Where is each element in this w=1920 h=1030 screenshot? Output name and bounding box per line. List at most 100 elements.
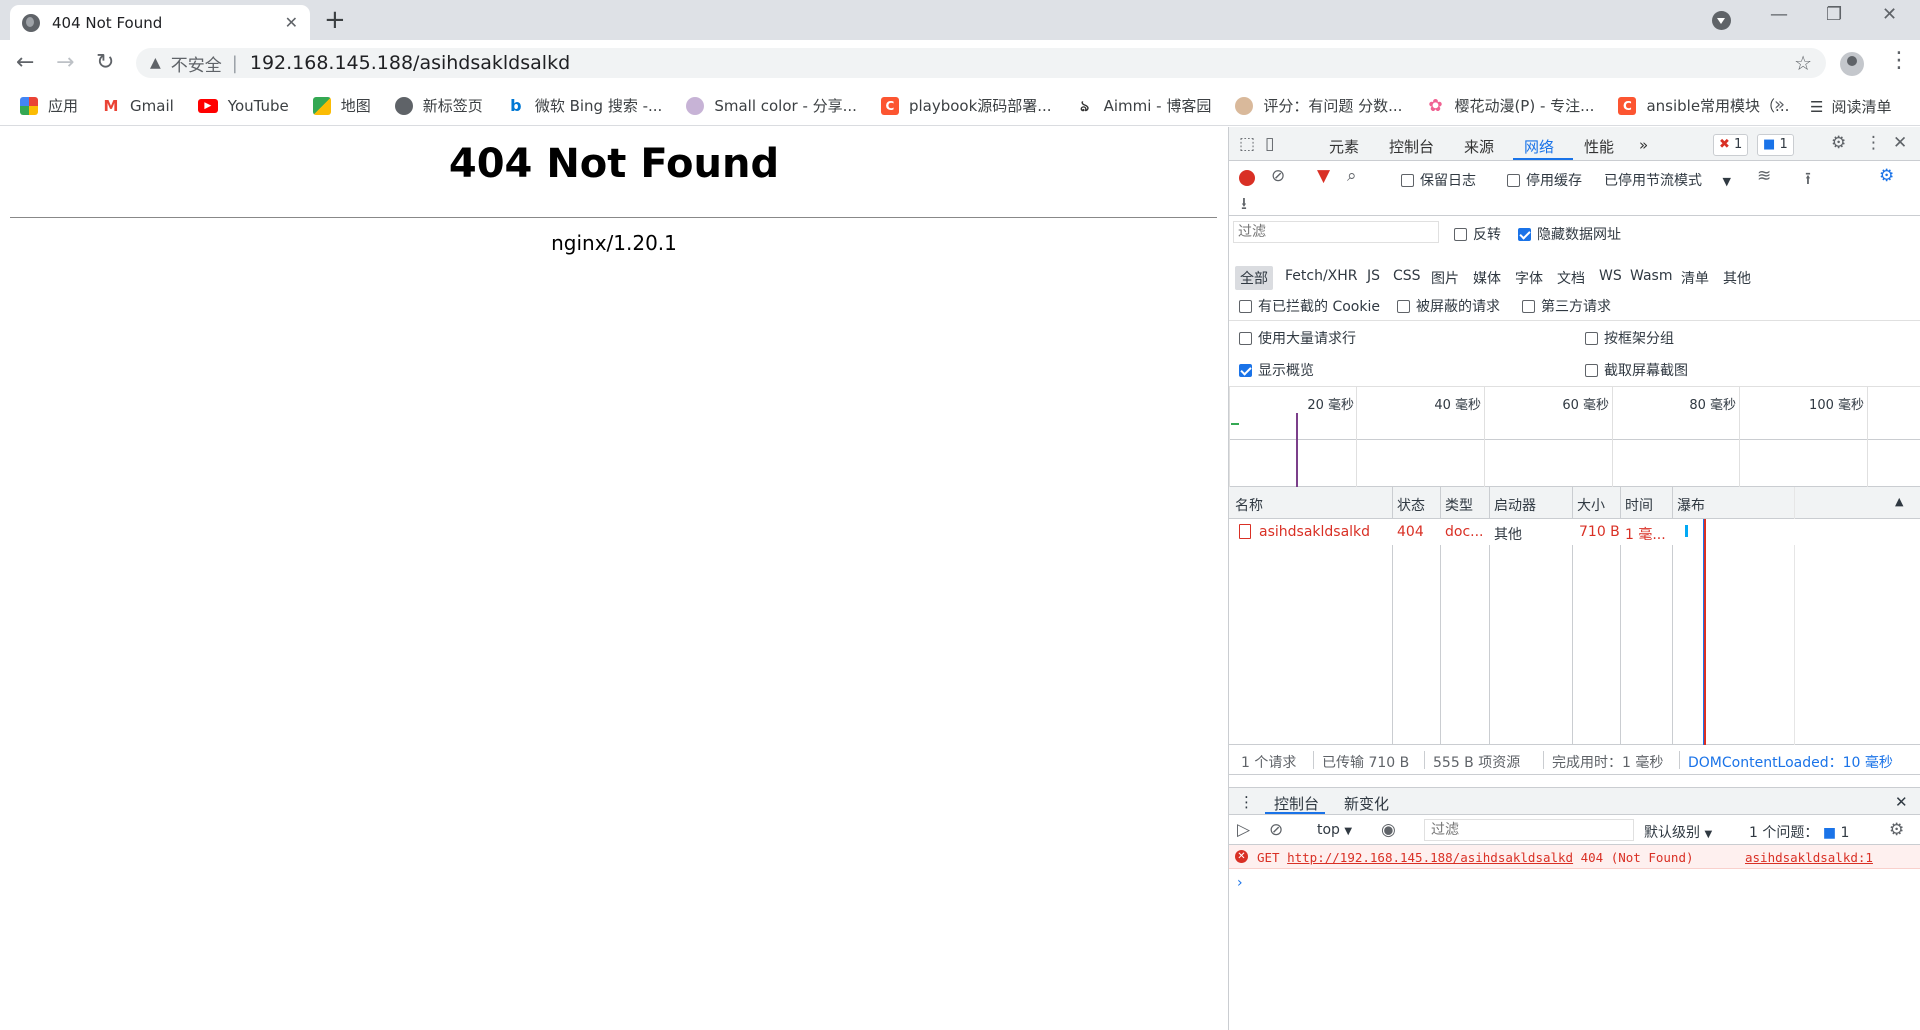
third-party-checkbox[interactable]: 第三方请求 [1522,296,1611,316]
drawer-close-icon[interactable]: ✕ [1895,793,1908,811]
address-bar[interactable]: ▲ 不安全 | 192.168.145.188/asihdsakldsalkd … [136,48,1826,78]
bookmark-sakura[interactable]: ✿ 樱花动漫(P) - 专注... [1426,95,1594,116]
preserve-log-checkbox[interactable]: 保留日志 [1401,170,1476,190]
devtools-close-icon[interactable]: ✕ [1893,133,1907,153]
tab-network[interactable]: 网络 [1524,136,1554,157]
filter-icon[interactable]: ▼ [1317,166,1330,186]
device-toolbar-icon[interactable]: ▯ [1265,134,1274,154]
bookmark-youtube[interactable]: ▶ YouTube [197,97,289,115]
hide-data-urls-checkbox[interactable]: 隐藏数据网址 [1518,224,1621,244]
reload-button[interactable]: ↻ [96,50,114,75]
type-filter-css[interactable]: CSS [1393,268,1421,284]
throttling-select[interactable]: 已停用节流模式 ▼ [1604,170,1731,190]
blocked-cookies-checkbox[interactable]: 有已拦截的 Cookie [1239,296,1380,316]
security-label[interactable]: 不安全 [171,51,222,76]
console-clear-icon[interactable]: ⊘ [1269,820,1283,840]
error-url-link[interactable]: http://192.168.145.188/asihdsakldsalkd [1287,850,1573,865]
col-waterfall[interactable]: 瀑布 [1677,495,1705,515]
devtools-menu-icon[interactable]: ⋮ [1865,133,1882,153]
group-by-frame-checkbox[interactable]: 按框架分组 [1585,328,1674,348]
bookmark-star-icon[interactable]: ☆ [1794,51,1812,75]
col-time[interactable]: 时间 [1625,495,1653,515]
bookmark-apps[interactable]: 应用 [20,95,78,116]
tab-elements[interactable]: 元素 [1329,136,1359,157]
issues-button[interactable]: 1 个问题： ■ 1 [1749,822,1849,842]
inspect-element-icon[interactable]: ⬚ [1239,134,1255,154]
url-text[interactable]: 192.168.145.188/asihdsakldsalkd [250,52,570,74]
invert-checkbox[interactable]: 反转 [1454,224,1501,244]
bookmark-gmail[interactable]: M Gmail [102,97,174,115]
more-tabs-icon[interactable]: » [1639,136,1648,154]
row-name[interactable]: asihdsakldsalkd [1259,524,1389,540]
type-filter-fetch[interactable]: Fetch/XHR [1285,268,1358,284]
tab-performance[interactable]: 性能 [1584,136,1614,157]
forward-button[interactable]: → [56,50,74,75]
col-name[interactable]: 名称 [1235,495,1263,515]
drawer-tab-console[interactable]: 控制台 [1274,793,1319,814]
window-close-button[interactable]: ✕ [1882,4,1897,25]
large-rows-checkbox[interactable]: 使用大量请求行 [1239,328,1356,348]
reading-list-button[interactable]: ☰ 阅读清单 [1810,96,1891,117]
bookmark-playbook[interactable]: Cplaybook源码部署... [880,95,1052,116]
col-size[interactable]: 大小 [1577,495,1605,515]
console-settings-icon[interactable]: ⚙ [1889,820,1904,840]
drawer-menu-icon[interactable]: ⋮ [1239,793,1254,811]
network-conditions-icon[interactable]: ≋ [1757,166,1771,186]
profile-avatar[interactable] [1840,52,1864,76]
show-overview-checkbox[interactable]: 显示概览 [1239,360,1314,380]
clear-icon[interactable]: ⊘ [1271,166,1285,186]
back-button[interactable]: ← [16,50,34,75]
import-har-icon[interactable]: ⭱ [1805,166,1811,195]
console-prompt[interactable]: › [1237,875,1243,891]
search-icon[interactable]: ⌕ [1347,166,1357,186]
new-tab-button[interactable]: + [324,6,346,34]
restore-button[interactable]: ❐ [1826,4,1842,25]
live-expression-eye-icon[interactable]: ◉ [1381,820,1396,840]
bookmark-rating[interactable]: 评分：有问题 分数... [1235,95,1402,116]
tab-close-icon[interactable]: ✕ [285,13,298,32]
bookmarks-more-icon[interactable]: » [1774,94,1785,115]
tab-sources[interactable]: 来源 [1464,136,1494,157]
drawer-tab-whats-new[interactable]: 新变化 [1344,793,1389,814]
type-filter-ws[interactable]: WS [1599,268,1622,284]
screenshots-checkbox[interactable]: 截取屏幕截图 [1585,360,1688,380]
bookmark-bing[interactable]: b 微软 Bing 搜索 -... [507,95,662,116]
error-source-link[interactable]: asihdsakldsalkd:1 [1745,850,1873,865]
error-count-badge[interactable]: ✖ 1 [1713,134,1749,156]
table-row[interactable]: asihdsakldsalkd 404 doc... 其他 710 B 1 毫.… [1229,519,1920,545]
blocked-requests-checkbox[interactable]: 被屏蔽的请求 [1397,296,1500,316]
type-filter-font[interactable]: 字体 [1515,268,1543,288]
sidebar-toggle-icon[interactable]: ▷ [1237,820,1250,840]
console-filter-input[interactable]: 过滤 [1424,819,1634,841]
col-initiator[interactable]: 启动器 [1494,495,1536,515]
type-filter-doc[interactable]: 文档 [1557,268,1585,288]
type-filter-js[interactable]: JS [1367,268,1380,284]
bookmark-aimmi[interactable]: ঌ Aimmi - 博客园 [1076,95,1211,116]
log-level-select[interactable]: 默认级别 ▼ [1644,822,1712,842]
type-filter-all[interactable]: 全部 [1235,266,1273,290]
menu-icon[interactable]: ⋮ [1888,48,1910,73]
bookmark-maps[interactable]: 地图 [312,95,371,116]
bookmark-newtab[interactable]: 新标签页 [394,95,483,116]
type-filter-other[interactable]: 其他 [1723,268,1751,288]
type-filter-manifest[interactable]: 清单 [1681,268,1709,288]
record-icon[interactable] [1239,170,1255,186]
warning-icon[interactable]: ▲ [150,55,161,71]
tab-search-icon[interactable] [1712,11,1731,30]
minimize-button[interactable]: — [1770,4,1788,25]
disable-cache-checkbox[interactable]: 停用缓存 [1507,170,1582,190]
context-select[interactable]: top ▼ [1317,822,1352,838]
network-settings-icon[interactable]: ⚙ [1879,166,1894,186]
col-status[interactable]: 状态 [1397,495,1425,515]
settings-gear-icon[interactable]: ⚙ [1831,133,1846,153]
type-filter-wasm[interactable]: Wasm [1630,268,1672,284]
network-filter-input[interactable]: 过滤 [1233,221,1439,243]
sort-up-icon[interactable]: ▲ [1895,495,1903,508]
browser-tab[interactable]: 404 Not Found ✕ [10,5,310,40]
type-filter-media[interactable]: 媒体 [1473,268,1501,288]
col-type[interactable]: 类型 [1445,495,1473,515]
tab-console[interactable]: 控制台 [1389,136,1434,157]
type-filter-img[interactable]: 图片 [1431,268,1459,288]
issue-count-badge[interactable]: ■ 1 [1757,134,1794,156]
bookmark-ansible[interactable]: Cansible常用模块（... [1618,95,1789,116]
